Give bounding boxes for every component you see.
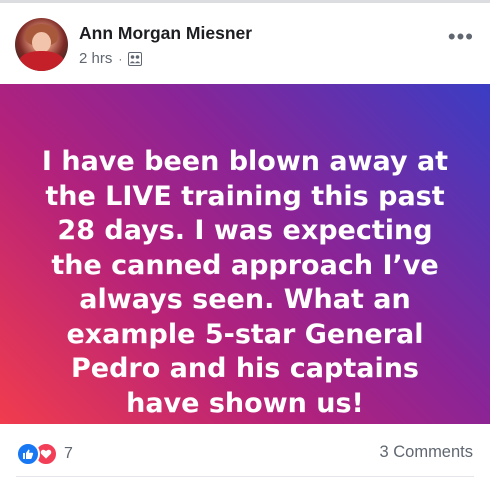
post-background: I have been blown away at the LIVE train… xyxy=(0,84,490,424)
avatar[interactable] xyxy=(15,18,68,71)
post-footer: 7 3 Comments xyxy=(0,424,490,477)
avatar-shirt xyxy=(19,51,64,71)
post-meta: 2 hrs · xyxy=(79,50,143,67)
post-time[interactable]: 2 hrs xyxy=(79,50,112,67)
reaction-count: 7 xyxy=(64,445,73,462)
friends-icon[interactable] xyxy=(128,51,143,66)
reactions-summary[interactable]: 7 xyxy=(16,442,73,466)
author-name[interactable]: Ann Morgan Miesner xyxy=(79,23,252,44)
avatar-face xyxy=(32,32,51,53)
meta-separator: · xyxy=(118,51,123,66)
like-icon xyxy=(16,442,40,466)
comments-link[interactable]: 3 Comments xyxy=(379,443,473,462)
more-options-icon[interactable]: ••• xyxy=(448,26,474,48)
post-text: I have been blown away at the LIVE train… xyxy=(41,146,449,419)
post-header: Ann Morgan Miesner 2 hrs · ••• xyxy=(0,3,490,84)
